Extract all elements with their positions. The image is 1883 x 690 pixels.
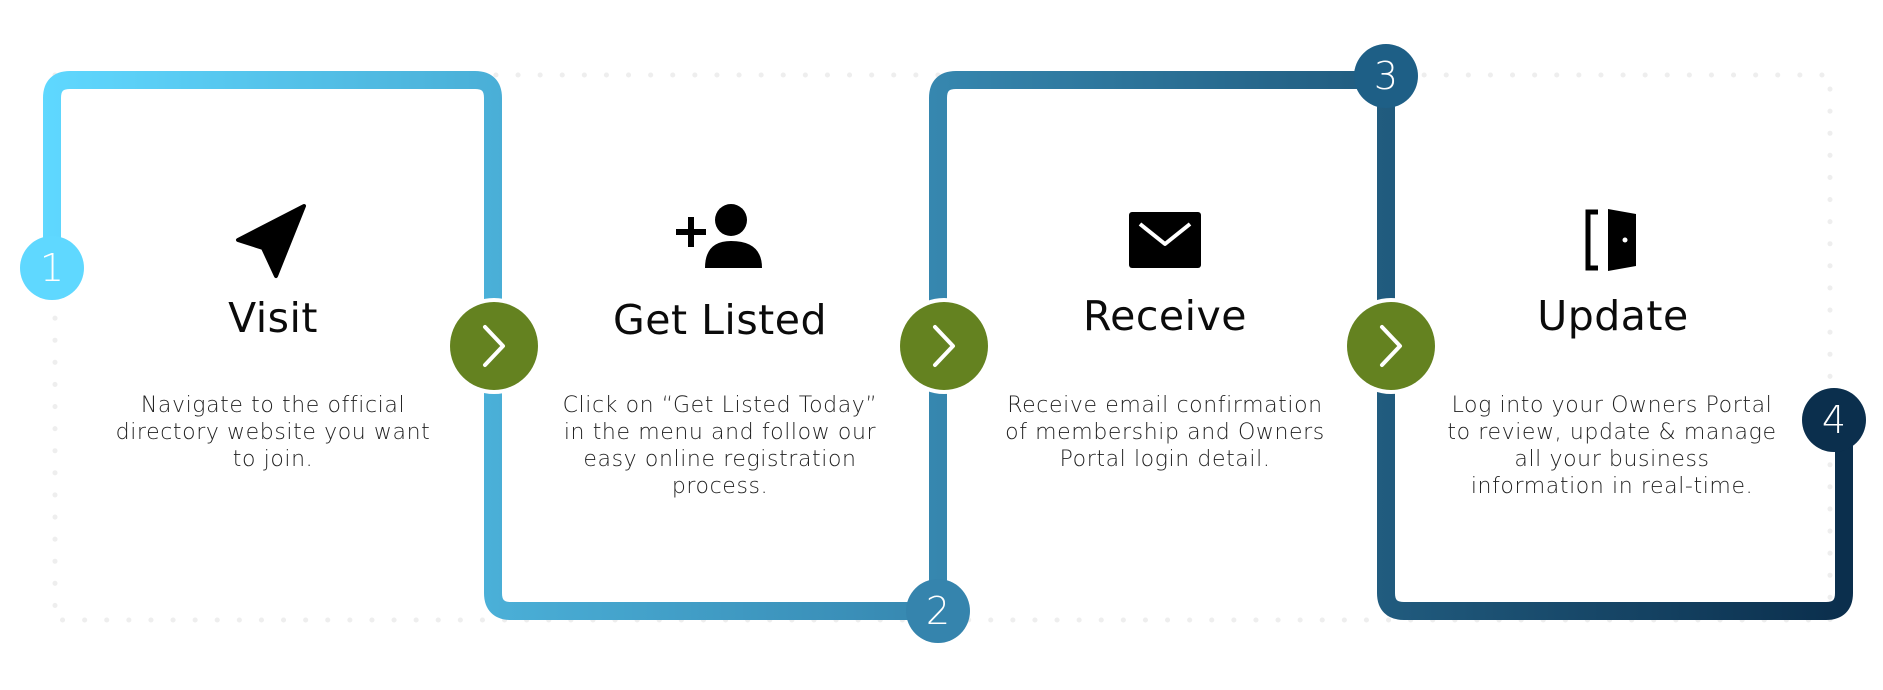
step-number-1: 1: [20, 236, 84, 300]
step-2-title: Get Listed: [612, 296, 828, 344]
step-number-2: 2: [906, 579, 970, 643]
navigation-arrow-icon: [236, 204, 306, 278]
connector-arrow-2: [896, 298, 992, 394]
step-2-description: Click on “Get Listed Today” in the menu …: [562, 393, 878, 499]
step-3-title: Receive: [1082, 292, 1248, 340]
step-3-description: Receive email confirmation of membership…: [1005, 393, 1325, 472]
step-number-1-label: 1: [40, 246, 64, 290]
step-1-title: Visit: [228, 294, 318, 342]
step-number-4-label: 4: [1822, 398, 1846, 442]
step-number-4: 4: [1802, 388, 1866, 452]
step-1-description: Navigate to the official directory websi…: [115, 393, 431, 472]
connector-arrow-3: [1343, 298, 1439, 394]
process-diagram: 1 2 3 4 Visit Navigate to the official d…: [0, 0, 1883, 690]
step-number-3-label: 3: [1374, 54, 1398, 98]
step-number-3: 3: [1354, 44, 1418, 108]
step-4-description: Log into your Owners Portal to review, u…: [1447, 393, 1777, 499]
add-user-icon: [676, 204, 762, 268]
connector-arrow-1: [446, 298, 542, 394]
door-enter-icon: [1585, 209, 1636, 271]
step-4-title: Update: [1537, 292, 1689, 340]
step-number-2-label: 2: [926, 589, 950, 633]
process-path-graphic: 1 2 3 4: [20, 44, 1866, 643]
envelope-icon: [1129, 212, 1201, 268]
